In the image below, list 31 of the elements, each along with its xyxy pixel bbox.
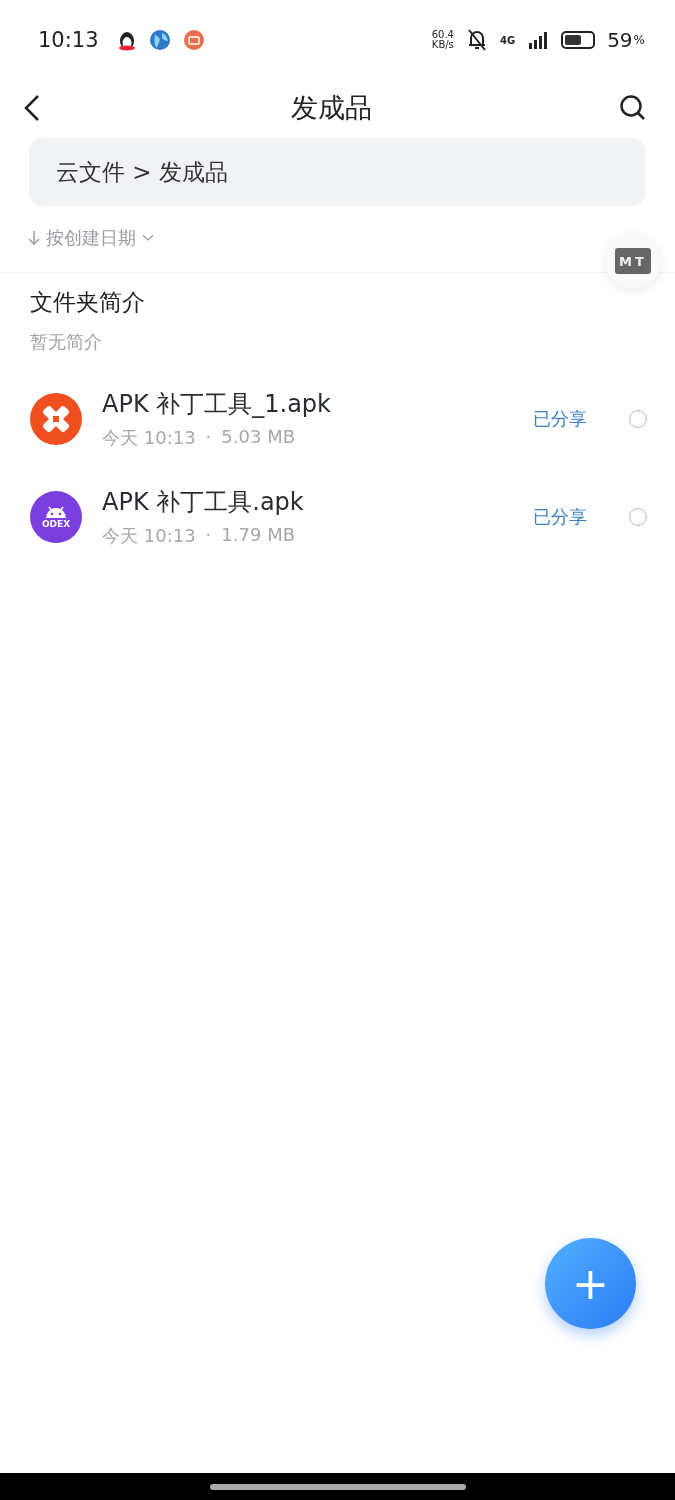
signal-icon bbox=[527, 31, 550, 49]
file-size: 1.79 MB bbox=[221, 524, 296, 547]
separator-dot: · bbox=[205, 426, 212, 449]
file-name[interactable]: APK 补丁工具_1.apk bbox=[102, 388, 513, 420]
share-status: 已分享 bbox=[533, 505, 587, 529]
globe-icon bbox=[148, 29, 171, 51]
file-date: 今天 10:13 bbox=[102, 524, 196, 548]
battery-percent: 59 bbox=[607, 28, 633, 52]
floating-app-button[interactable]: MT bbox=[605, 233, 661, 289]
network-type: 4G bbox=[499, 34, 516, 46]
file-date: 今天 10:13 bbox=[102, 426, 196, 450]
battery-icon bbox=[561, 31, 596, 49]
percent-sign: % bbox=[633, 33, 645, 47]
file-name[interactable]: APK 补丁工具.apk bbox=[102, 486, 513, 518]
down-arrow-icon bbox=[28, 230, 40, 246]
status-time: 10:13 bbox=[38, 28, 99, 52]
search-button[interactable] bbox=[619, 94, 647, 122]
separator-dot: · bbox=[205, 524, 212, 547]
bandage-icon bbox=[30, 393, 82, 445]
android-icon: ODEX bbox=[30, 491, 82, 543]
home-handle[interactable] bbox=[209, 1483, 466, 1490]
page-title: 发成品 bbox=[291, 91, 372, 125]
caret-icon bbox=[142, 234, 154, 242]
muted-bell-icon bbox=[465, 28, 488, 52]
file-size: 5.03 MB bbox=[221, 426, 296, 449]
app-icon bbox=[182, 29, 205, 51]
network-speed: 60.4 KB/s bbox=[431, 30, 454, 50]
folder-intro-text: 暂无简介 bbox=[30, 330, 103, 354]
share-status: 已分享 bbox=[533, 407, 587, 431]
breadcrumb-bar[interactable]: 云文件 > 发成品 bbox=[29, 138, 646, 206]
folder-intro-title: 文件夹简介 bbox=[30, 288, 146, 317]
